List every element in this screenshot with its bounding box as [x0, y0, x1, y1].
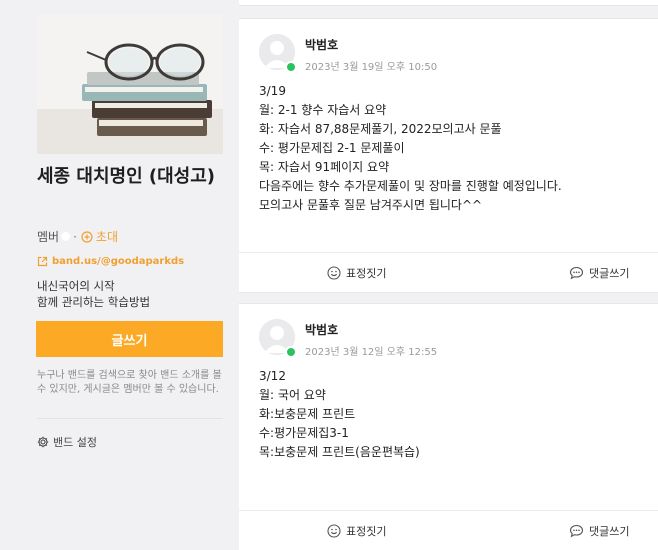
invite-label: 초대	[95, 230, 119, 244]
band-cover-image[interactable]	[37, 14, 223, 154]
comment-button[interactable]: 댓글쓰기	[569, 511, 629, 550]
band-link-text: band.us/@goodaparkds	[52, 256, 185, 267]
post-actions: 표정짓기 댓글쓰기	[239, 510, 658, 550]
comment-button[interactable]: 댓글쓰기	[569, 253, 629, 293]
description-line: 함께 관리하는 학습방법	[37, 295, 151, 309]
post-line: 화:보충문제 프린트	[259, 407, 356, 421]
member-label[interactable]: 멤버	[37, 228, 59, 245]
privacy-notice: 누구나 밴드를 검색으로 찾아 밴드 소개를 볼 수 있지만, 게시글은 멤버만…	[37, 370, 222, 395]
smiley-icon	[327, 524, 341, 538]
post-line: 다음주에는 향수 추가문제풀이 및 장마를 진행할 예정입니다.	[259, 179, 562, 193]
post-author[interactable]: 박범호	[305, 321, 338, 338]
plus-circle-icon	[81, 230, 93, 243]
sidebar-divider	[37, 418, 223, 419]
post-date: 2023년 3월 19일 오후 10:50	[305, 62, 438, 73]
post-line: 화: 자습서 87,88문제풀기, 2022모의고사 문풀	[259, 122, 502, 136]
post-line: 모의고사 문풀후 질문 남겨주시면 됩니다^^	[259, 198, 483, 212]
post-line: 월: 국어 요약	[259, 388, 326, 402]
separator-dot: ·	[73, 229, 77, 244]
post-author[interactable]: 박범호	[305, 36, 338, 53]
post-body: 3/19 월: 2-1 향수 자습서 요약 화: 자습서 87,88문제풀기, …	[259, 82, 649, 215]
post-line: 3/19	[259, 84, 286, 98]
post-body: 3/12 월: 국어 요약 화:보충문제 프린트 수:평가문제집3-1 목:보충…	[259, 367, 649, 462]
online-status-icon	[285, 346, 297, 358]
description-line: 내신국어의 시작	[37, 279, 115, 293]
gear-icon	[37, 436, 49, 448]
sidebar: 세종 대치명인 (대성고) 멤버 · 초대 band.us/@goodapark…	[0, 0, 238, 550]
previous-post-edge	[239, 0, 658, 6]
band-settings-link[interactable]: 밴드 설정	[37, 434, 97, 450]
member-count-blurred	[61, 232, 71, 241]
post-line: 수: 평가문제집 2-1 문제풀이	[259, 141, 405, 155]
comment-label: 댓글쓰기	[589, 267, 630, 280]
band-settings-label: 밴드 설정	[53, 436, 97, 449]
speech-bubble-icon	[569, 266, 584, 280]
post-card[interactable]: 박범호 2023년 3월 19일 오후 10:50 3/19 월: 2-1 향수…	[239, 18, 658, 293]
react-button[interactable]: 표정짓기	[327, 253, 386, 293]
band-name: 세종 대치명인 (대성고)	[37, 166, 216, 187]
cover-photo-books-glasses	[37, 14, 223, 154]
post-line: 월: 2-1 향수 자습서 요약	[259, 103, 387, 117]
post-line: 3/12	[259, 369, 286, 383]
comment-label: 댓글쓰기	[589, 525, 630, 538]
band-link[interactable]: band.us/@goodaparkds	[37, 256, 184, 267]
invite-button[interactable]: 초대	[81, 228, 118, 245]
post-line: 수:평가문제집3-1	[259, 426, 349, 440]
online-status-icon	[285, 61, 297, 73]
speech-bubble-icon	[569, 524, 584, 538]
post-feed: 박범호 2023년 3월 19일 오후 10:50 3/19 월: 2-1 향수…	[239, 0, 658, 550]
band-description: 내신국어의 시작 함께 관리하는 학습방법	[37, 278, 150, 310]
react-button[interactable]: 표정짓기	[327, 511, 386, 550]
write-post-button[interactable]: 글쓰기	[36, 321, 223, 357]
smiley-icon	[327, 266, 341, 280]
post-card[interactable]: 박범호 2023년 3월 12일 오후 12:55 3/12 월: 국어 요약 …	[239, 303, 658, 550]
post-date: 2023년 3월 12일 오후 12:55	[305, 347, 438, 358]
react-label: 표정짓기	[346, 267, 387, 280]
post-line: 목: 자습서 91페이지 요약	[259, 160, 390, 174]
post-line: 목:보충문제 프린트(음운편복습)	[259, 445, 420, 459]
member-row: 멤버 · 초대	[37, 228, 118, 245]
post-actions: 표정짓기 댓글쓰기	[239, 252, 658, 292]
react-label: 표정짓기	[346, 525, 387, 538]
external-link-icon	[37, 256, 48, 267]
